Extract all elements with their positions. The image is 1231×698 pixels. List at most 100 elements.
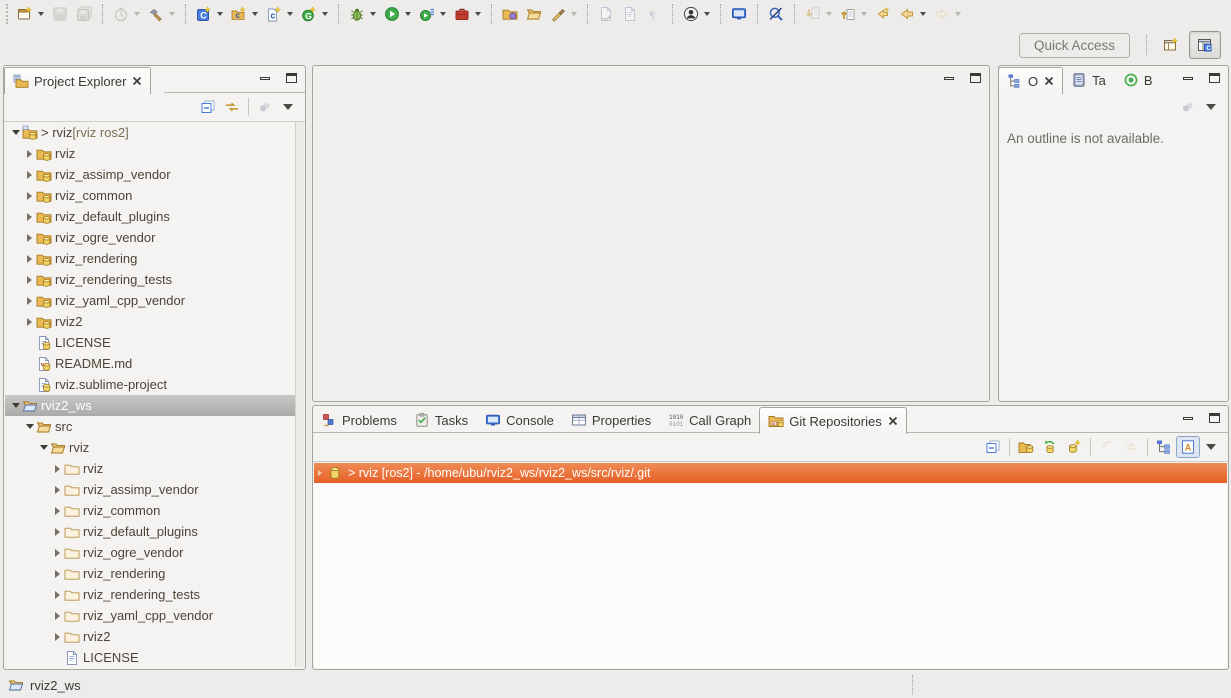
link-editor-button[interactable]	[220, 96, 244, 118]
back-arrow-dropdown[interactable]	[920, 12, 926, 16]
tree-item-rviz-assimp-vendor[interactable]: rviz_assimp_vendor	[5, 479, 296, 500]
expander-closed-icon[interactable]	[51, 486, 64, 494]
expander-closed-icon[interactable]	[51, 528, 64, 536]
save-button[interactable]	[48, 2, 72, 26]
view-menu-icon[interactable]	[1206, 104, 1216, 110]
maximize-button[interactable]	[967, 71, 983, 85]
tab-project-explorer[interactable]: Project Explorer	[4, 67, 151, 94]
expander-icon[interactable]	[318, 470, 322, 476]
expander-closed-icon[interactable]	[51, 570, 64, 578]
tab-properties[interactable]: Properties	[562, 406, 660, 433]
editor-area[interactable]	[312, 65, 990, 402]
minimize-button[interactable]	[1180, 71, 1196, 85]
build-hammer-button[interactable]	[144, 2, 168, 26]
tree-item-rviz2-ws[interactable]: rviz2_ws	[5, 395, 296, 416]
expander-closed-icon[interactable]	[23, 234, 36, 242]
tab-git-repositories[interactable]: GITGit Repositories	[759, 407, 906, 434]
minimize-button[interactable]	[1180, 411, 1196, 425]
tree-item-rviz2[interactable]: rviz2	[5, 626, 296, 647]
expander-closed-icon[interactable]	[23, 297, 36, 305]
git-repository-row[interactable]: > rviz [ros2] - /home/ubu/rviz2_ws/rviz2…	[314, 463, 1227, 483]
expander-closed-icon[interactable]	[23, 192, 36, 200]
user-account-dropdown[interactable]	[704, 12, 710, 16]
collapse-all-button[interactable]	[196, 96, 220, 118]
tree-item-src[interactable]: src	[5, 416, 296, 437]
tab-tasks[interactable]: Tasks	[405, 406, 477, 433]
new-c-folder-dropdown[interactable]	[252, 12, 258, 16]
open-perspective-button[interactable]	[1156, 32, 1186, 58]
expander-closed-icon[interactable]	[23, 171, 36, 179]
branch-hierarchy-button[interactable]	[1152, 436, 1176, 458]
tree-item-rviz-yaml-cpp-vendor[interactable]: rviz_yaml_cpp_vendor	[5, 605, 296, 626]
expander-closed-icon[interactable]	[23, 255, 36, 263]
new-wizard-button[interactable]	[13, 2, 37, 26]
expander-closed-icon[interactable]	[23, 276, 36, 284]
stopwatch-dropdown[interactable]	[134, 12, 140, 16]
tree-item-rviz-ogre-vendor[interactable]: rviz_ogre_vendor	[5, 542, 296, 563]
add-repo-button[interactable]	[1014, 436, 1038, 458]
close-icon[interactable]	[132, 76, 142, 86]
tree-item-rviz-default-plugins[interactable]: rviz_default_plugins	[5, 206, 296, 227]
tree-item-rviz-assimp-vendor[interactable]: rviz_assimp_vendor	[5, 164, 296, 185]
external-tools-dropdown[interactable]	[571, 12, 577, 16]
focus-dots-button[interactable]	[1176, 96, 1200, 118]
tree-item-rviz2[interactable]: rviz2	[5, 311, 296, 332]
tree-item-rviz-rendering-tests[interactable]: rviz_rendering_tests	[5, 269, 296, 290]
open-type-button[interactable]	[498, 2, 522, 26]
profile-run-dropdown[interactable]	[440, 12, 446, 16]
back-arrow-button[interactable]	[895, 2, 919, 26]
new-c-project-button[interactable]: C	[192, 2, 216, 26]
tab-problems[interactable]: Problems	[312, 406, 406, 433]
expander-closed-icon[interactable]	[51, 507, 64, 515]
tab-ta[interactable]: Ta	[1062, 66, 1115, 93]
expander-closed-icon[interactable]	[51, 465, 64, 473]
new-c-file-button[interactable]: c	[262, 2, 286, 26]
open-resource-button[interactable]	[522, 2, 546, 26]
tree-item-rviz-sublime-project[interactable]: rviz.sublime-project	[5, 374, 296, 395]
maximize-button[interactable]	[283, 71, 299, 85]
tree-item-rviz-rendering[interactable]: rviz_rendering	[5, 563, 296, 584]
refresh-doc-button[interactable]	[594, 2, 618, 26]
tree-item-rviz-rendering[interactable]: rviz_rendering	[5, 248, 296, 269]
expander-closed-icon[interactable]	[51, 591, 64, 599]
tree-item-rviz[interactable]: rviz	[5, 458, 296, 479]
external-tools-button[interactable]	[546, 2, 570, 26]
fetch-button[interactable]	[1095, 436, 1119, 458]
expander-closed-icon[interactable]	[23, 150, 36, 158]
green-badge-button[interactable]: G	[297, 2, 321, 26]
expander-open-icon[interactable]	[23, 424, 36, 429]
view-menu-icon[interactable]	[283, 104, 293, 110]
new-c-project-dropdown[interactable]	[217, 12, 223, 16]
tab-o[interactable]: O	[998, 67, 1063, 94]
tree-item-rviz[interactable]: rviz	[5, 437, 296, 458]
debug-bug-button[interactable]	[345, 2, 369, 26]
tree-item-rviz-rendering-tests[interactable]: rviz_rendering_tests	[5, 584, 296, 605]
collapse-all-button[interactable]	[981, 436, 1005, 458]
profile-run-button[interactable]	[415, 2, 439, 26]
minimize-button[interactable]	[257, 71, 273, 85]
expander-open-icon[interactable]	[9, 130, 22, 135]
tab-console[interactable]: Console	[476, 406, 563, 433]
expander-closed-icon[interactable]	[51, 612, 64, 620]
next-annotation-dropdown[interactable]	[826, 12, 832, 16]
tree-item-rviz-default-plugins[interactable]: rviz_default_plugins	[5, 521, 296, 542]
tree-item-readme-md[interactable]: wREADME.md	[5, 353, 296, 374]
tab-b[interactable]: B	[1114, 66, 1162, 93]
tree-item-rviz-common[interactable]: rviz_common	[5, 500, 296, 521]
expander-open-icon[interactable]	[9, 403, 22, 408]
push-button[interactable]	[1119, 436, 1143, 458]
expander-closed-icon[interactable]	[23, 213, 36, 221]
last-edit-location-button[interactable]	[871, 2, 895, 26]
coverage-dropdown[interactable]	[475, 12, 481, 16]
new-wizard-dropdown[interactable]	[38, 12, 44, 16]
next-annotation-button[interactable]	[801, 2, 825, 26]
expander-closed-icon[interactable]	[51, 633, 64, 641]
coverage-button[interactable]	[450, 2, 474, 26]
debug-bug-dropdown[interactable]	[370, 12, 376, 16]
focus-dots-button[interactable]	[253, 96, 277, 118]
forward-arrow-dropdown[interactable]	[955, 12, 961, 16]
close-icon[interactable]	[1044, 76, 1054, 86]
tree-item-rviz-common[interactable]: rviz_common	[5, 185, 296, 206]
scrollbar[interactable]	[295, 122, 304, 667]
quick-access-button[interactable]: Quick Access	[1019, 33, 1130, 58]
